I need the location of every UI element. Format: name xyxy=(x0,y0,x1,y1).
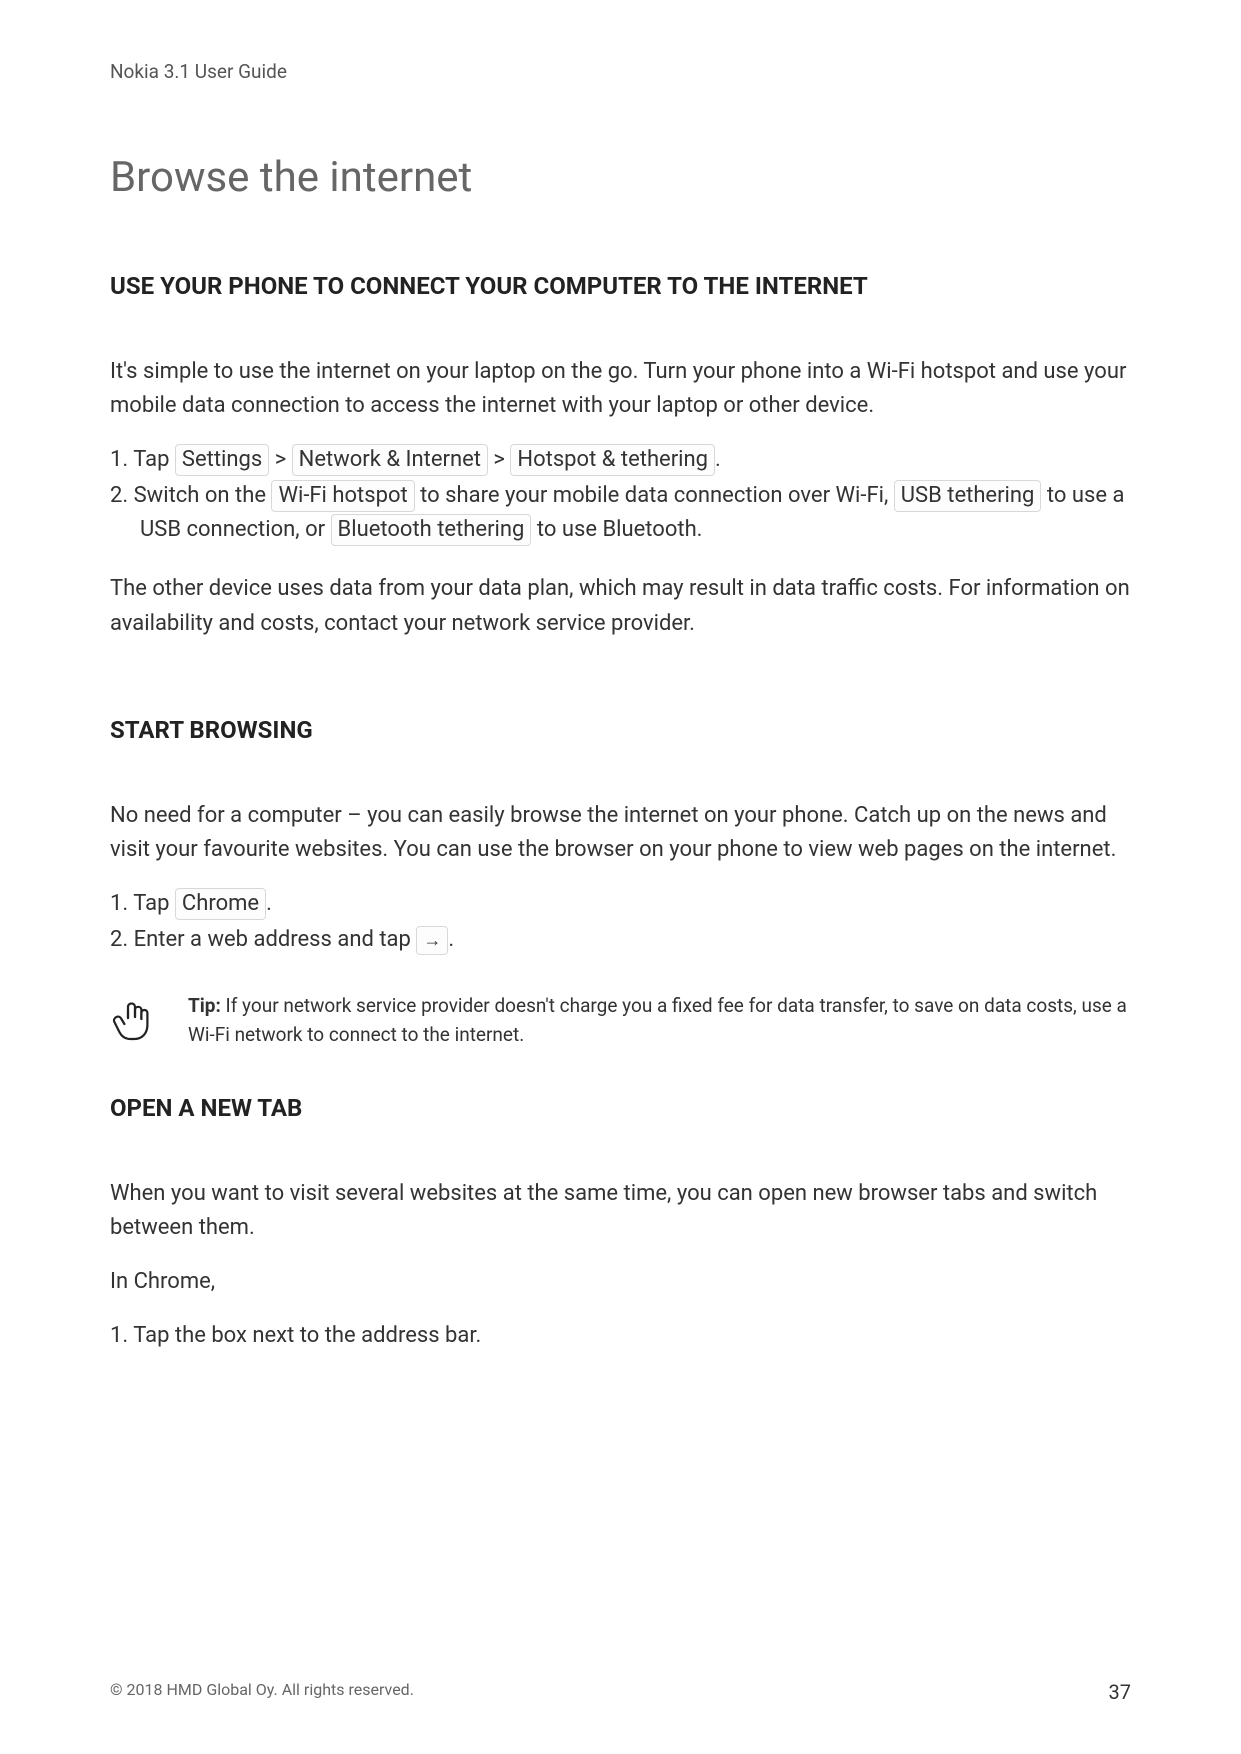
step1b-post: . xyxy=(266,891,272,916)
step2-post: to use Bluetooth. xyxy=(531,517,702,542)
page-container: Nokia 3.1 User Guide Browse the internet… xyxy=(0,0,1241,1754)
step1-sep2: > xyxy=(488,447,510,472)
kbd-hotspot-tethering: Hotspot & tethering xyxy=(510,444,715,476)
kbd-settings: Settings xyxy=(175,444,269,476)
tip-hand-icon xyxy=(110,996,158,1044)
doc-title: Nokia 3.1 User Guide xyxy=(110,60,287,83)
section3-intro: When you want to visit several websites … xyxy=(110,1177,1131,1245)
section-heading-start-browsing: START BROWSING xyxy=(110,716,1131,744)
step2-mid1: to share your mobile data connection ove… xyxy=(415,483,894,508)
doc-header: Nokia 3.1 User Guide xyxy=(110,60,1131,83)
page-footer: © 2018 HMD Global Oy. All rights reserve… xyxy=(110,1680,1131,1704)
page-title: Browse the internet xyxy=(110,153,1131,202)
page-number: 37 xyxy=(1109,1680,1131,1704)
arrow-right-icon: → xyxy=(416,926,448,955)
section1-intro: It's simple to use the internet on your … xyxy=(110,355,1131,423)
step-2: 2. Switch on the Wi-Fi hotspot to share … xyxy=(110,479,1131,547)
section-heading-connect: USE YOUR PHONE TO CONNECT YOUR COMPUTER … xyxy=(110,272,1131,300)
step1-pre: 1. Tap xyxy=(110,447,175,472)
section2-intro: No need for a computer – you can easily … xyxy=(110,799,1131,867)
section1-steps: 1. Tap Settings > Network & Internet > H… xyxy=(110,443,1131,547)
step2b-post: . xyxy=(448,927,454,952)
step2b-pre: 2. Enter a web address and tap xyxy=(110,927,416,952)
section1-outro: The other device uses data from your dat… xyxy=(110,572,1131,640)
step-2b: 2. Enter a web address and tap →. xyxy=(110,923,1131,957)
step-1b: 1. Tap Chrome. xyxy=(110,887,1131,921)
section3-steps: 1. Tap the box next to the address bar. xyxy=(110,1319,1131,1353)
kbd-network-internet: Network & Internet xyxy=(292,444,488,476)
section3-line2: In Chrome, xyxy=(110,1265,1131,1299)
section2-steps: 1. Tap Chrome. 2. Enter a web address an… xyxy=(110,887,1131,957)
step1-sep1: > xyxy=(269,447,291,472)
tip-body: If your network service provider doesn't… xyxy=(188,994,1127,1046)
step2-pre: 2. Switch on the xyxy=(110,483,271,508)
kbd-wifi-hotspot: Wi-Fi hotspot xyxy=(271,480,414,512)
kbd-usb-tethering: USB tethering xyxy=(894,480,1042,512)
tip-label: Tip: xyxy=(188,994,221,1017)
kbd-chrome: Chrome xyxy=(175,888,266,920)
step1b-pre: 1. Tap xyxy=(110,891,175,916)
step-1: 1. Tap Settings > Network & Internet > H… xyxy=(110,443,1131,477)
step-1c: 1. Tap the box next to the address bar. xyxy=(110,1319,1131,1353)
step1-post: . xyxy=(715,447,721,472)
tip-text: Tip: If your network service provider do… xyxy=(188,992,1131,1049)
tip-block: Tip: If your network service provider do… xyxy=(110,992,1131,1049)
section-heading-open-new-tab: OPEN A NEW TAB xyxy=(110,1094,1131,1122)
kbd-bluetooth-tethering: Bluetooth tethering xyxy=(331,514,532,546)
copyright-text: © 2018 HMD Global Oy. All rights reserve… xyxy=(110,1680,414,1704)
